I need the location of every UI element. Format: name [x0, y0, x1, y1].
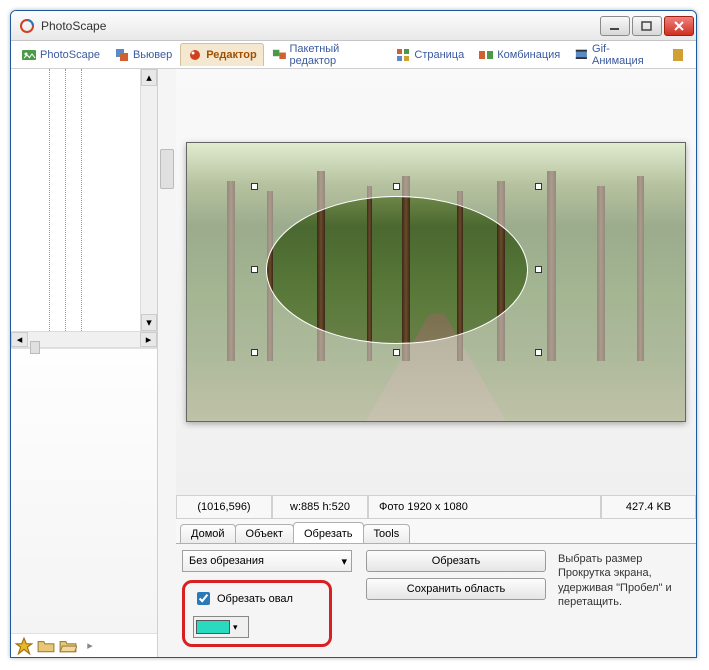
crop-oval-checkbox[interactable]: Обрезать овал	[193, 589, 321, 608]
folder-icon[interactable]	[37, 637, 55, 655]
window-title: PhotoScape	[41, 19, 600, 33]
crop-handle[interactable]	[393, 349, 400, 356]
checkbox-label: Обрезать овал	[217, 593, 293, 605]
tool-tab-object[interactable]: Объект	[235, 524, 294, 543]
crop-handle[interactable]	[251, 349, 258, 356]
status-size: 427.4 KB	[601, 496, 696, 519]
tab-viewer[interactable]: Вьювер	[108, 44, 178, 66]
crop-handle[interactable]	[535, 266, 542, 273]
tree-scrollbar[interactable]: ▴ ▾	[140, 69, 157, 331]
titlebar: PhotoScape	[11, 11, 696, 41]
tab-photoscape[interactable]: PhotoScape	[15, 44, 106, 66]
crop-ratio-dropdown[interactable]: Без обрезания ▾	[182, 550, 352, 572]
crop-hint-text: Выбрать размер Прокрутка экрана, удержив…	[558, 550, 690, 647]
scroll-right-icon[interactable]: ▸	[140, 332, 157, 347]
chevron-right-icon[interactable]: ▸	[81, 637, 99, 655]
tool-tab-home[interactable]: Домой	[180, 524, 236, 543]
thumbnail-area[interactable]	[11, 348, 157, 633]
star-icon[interactable]	[15, 637, 33, 655]
minimize-button[interactable]	[600, 16, 630, 36]
tool-tabs: Домой Объект Обрезать Tools	[176, 519, 696, 543]
crop-bg-color-button[interactable]: ▾	[193, 616, 249, 638]
left-panel: ▴ ▾ ◂ ▸ ▸	[11, 69, 158, 657]
scroll-up-icon[interactable]: ▴	[141, 69, 157, 86]
crop-handle[interactable]	[393, 183, 400, 190]
crop-handle[interactable]	[535, 349, 542, 356]
canvas[interactable]	[176, 69, 696, 495]
status-dims: w:885 h:520	[272, 496, 368, 519]
folder-tree[interactable]: ▴ ▾	[11, 69, 157, 331]
scroll-left-icon[interactable]: ◂	[11, 332, 28, 347]
photo	[186, 142, 686, 422]
crop-handle[interactable]	[535, 183, 542, 190]
tab-page[interactable]: Страница	[389, 44, 470, 66]
right-panel: (1016,596) w:885 h:520 Фото 1920 x 1080 …	[158, 69, 696, 657]
status-bar: (1016,596) w:885 h:520 Фото 1920 x 1080 …	[176, 495, 696, 519]
close-button[interactable]	[664, 16, 694, 36]
scroll-thumb[interactable]	[30, 341, 40, 354]
tab-combine[interactable]: Комбинация	[472, 44, 566, 66]
main-tabs: PhotoScape Вьювер Редактор Пакетный реда…	[11, 41, 696, 69]
folder-open-icon[interactable]	[59, 637, 77, 655]
app-icon	[19, 18, 35, 34]
splitter-handle-icon[interactable]	[160, 149, 174, 189]
tree-hscroll[interactable]: ◂ ▸	[11, 331, 157, 348]
maximize-button[interactable]	[632, 16, 662, 36]
crop-handle[interactable]	[251, 183, 258, 190]
tab-gif[interactable]: Gif-Анимация	[568, 40, 662, 70]
tab-more[interactable]	[664, 44, 692, 66]
tool-tab-crop[interactable]: Обрезать	[293, 522, 364, 543]
app-window: PhotoScape PhotoScape Вьювер Редактор Па…	[10, 10, 697, 658]
color-swatch	[196, 620, 230, 634]
tool-tab-tools[interactable]: Tools	[363, 524, 411, 543]
vertical-splitter[interactable]	[158, 69, 176, 495]
status-coords: (1016,596)	[176, 496, 272, 519]
crop-rect[interactable]	[255, 187, 539, 353]
highlight-box: Обрезать овал ▾	[182, 580, 332, 647]
crop-button[interactable]: Обрезать	[366, 550, 546, 572]
chevron-down-icon: ▾	[341, 555, 347, 568]
status-photo: Фото 1920 x 1080	[368, 496, 601, 519]
crop-panel: Без обрезания ▾ Обрезать овал ▾	[176, 543, 696, 657]
scroll-down-icon[interactable]: ▾	[141, 314, 157, 331]
dropdown-value: Без обрезания	[189, 555, 264, 567]
tab-batch[interactable]: Пакетный редактор	[266, 40, 388, 70]
tab-editor[interactable]: Редактор	[180, 43, 263, 66]
save-region-button[interactable]: Сохранить область	[366, 578, 546, 600]
chevron-down-icon: ▾	[233, 622, 238, 633]
bottom-toolbar: ▸	[11, 633, 157, 657]
crop-handle[interactable]	[251, 266, 258, 273]
checkbox-input[interactable]	[197, 592, 210, 605]
